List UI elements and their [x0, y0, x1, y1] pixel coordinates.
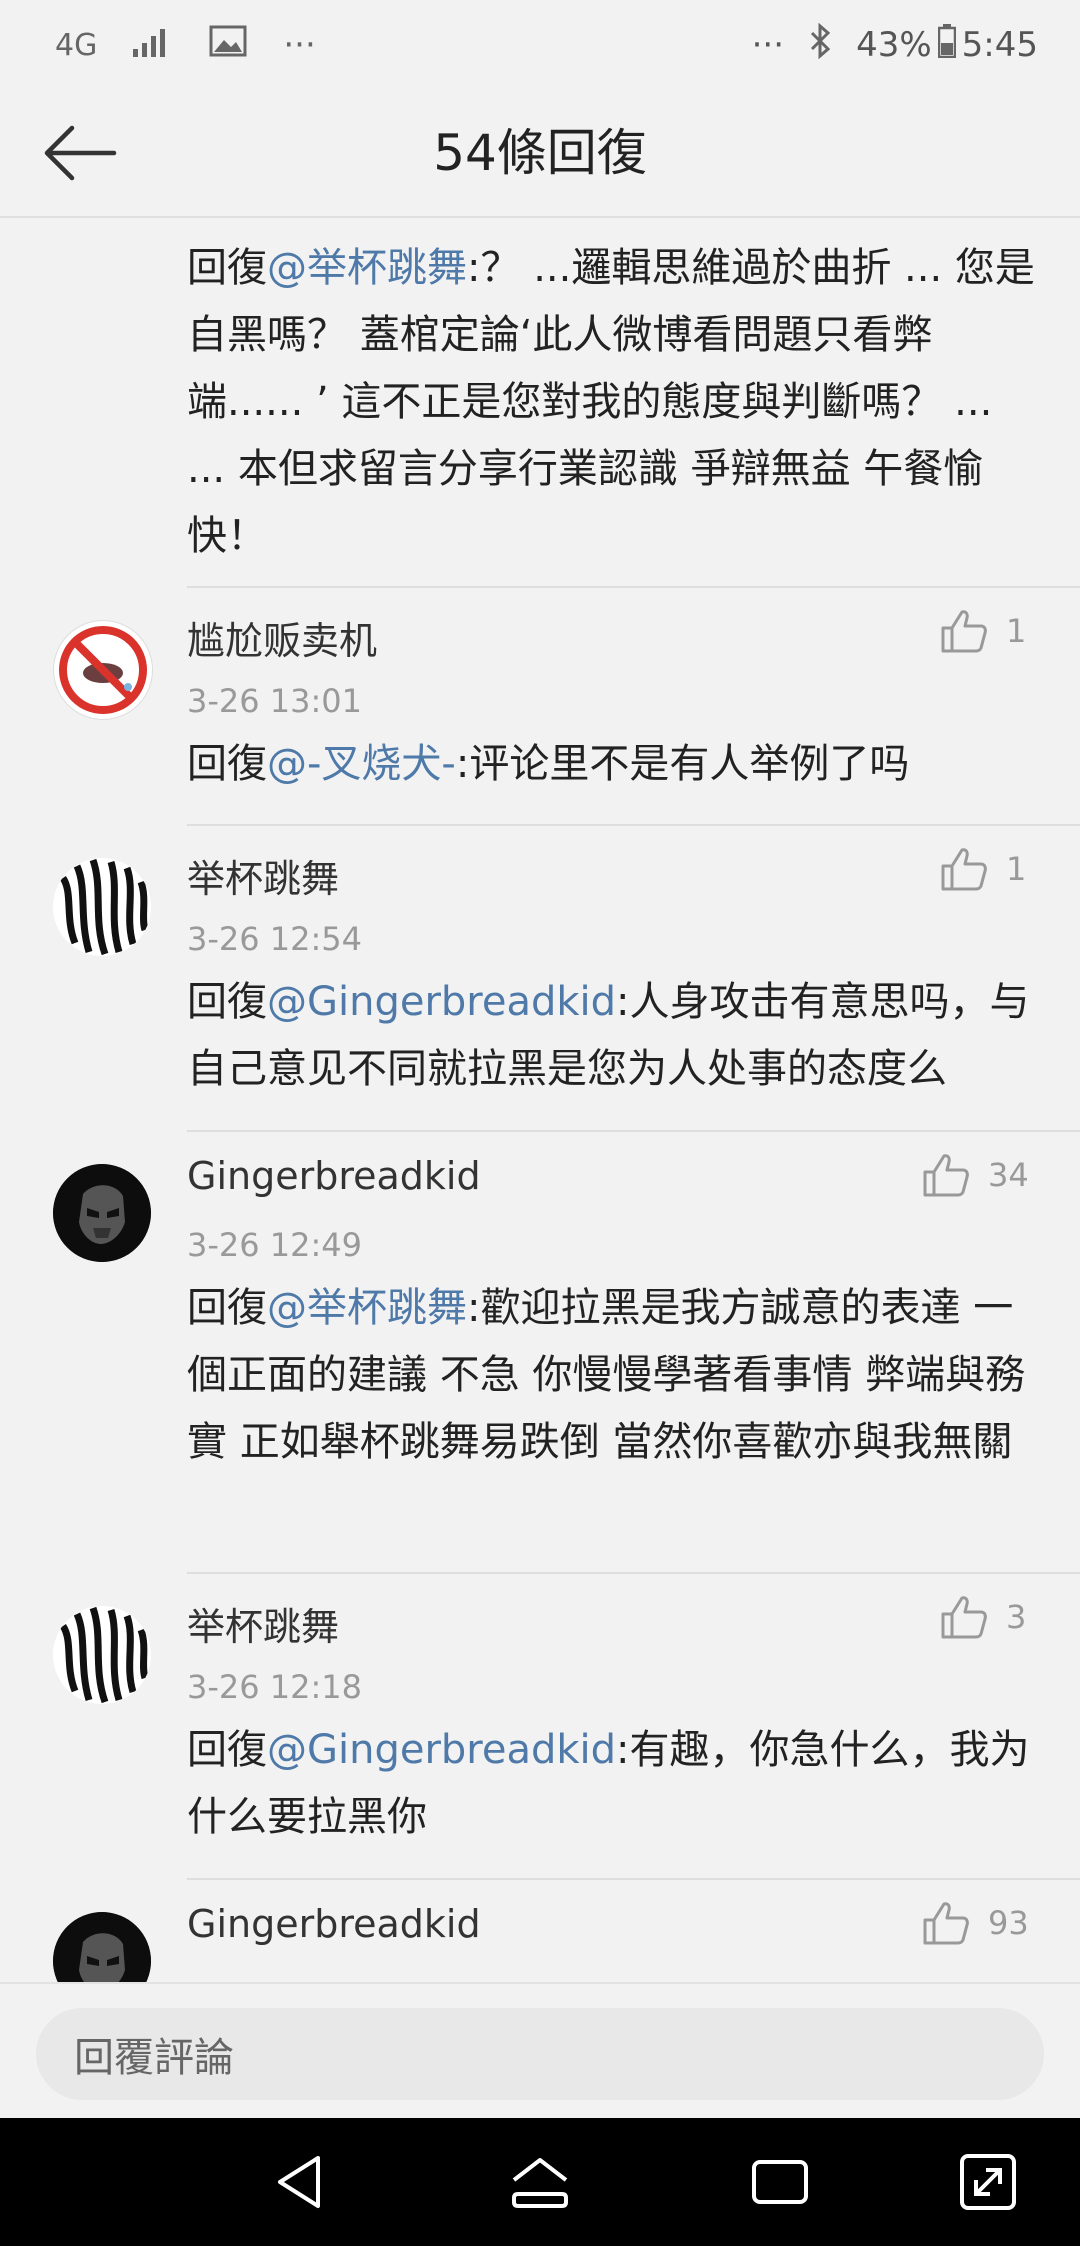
comment-text: 回復@举杯跳舞:？ ...邏輯思維過於曲折 ... 您是自黑嗎？ 蓋棺定論‘此人…	[187, 235, 1037, 570]
reply-prefix: 回復	[187, 1285, 267, 1331]
reply-prefix: 回復	[187, 245, 267, 291]
commenter-name[interactable]: Gingerbreadkid	[187, 1154, 481, 1198]
nav-recents-button[interactable]	[748, 2150, 812, 2214]
clock: 5:45	[961, 25, 1038, 65]
avatar[interactable]	[53, 1164, 151, 1262]
status-bar: 4G ··· ··· 43% 5:45	[0, 0, 1080, 90]
header: 54條回復	[0, 90, 1080, 218]
comment-list[interactable]: 回復@举杯跳舞:？ ...邏輯思維過於曲折 ... 您是自黑嗎？ 蓋棺定論‘此人…	[0, 218, 1080, 1982]
mention-link[interactable]: @-叉烧犬-	[267, 741, 456, 787]
commenter-name[interactable]: Gingerbreadkid	[187, 1902, 481, 1946]
nav-expand-button[interactable]	[956, 2150, 1020, 2214]
network-type: 4G	[55, 27, 98, 63]
home-icon	[512, 2158, 568, 2208]
comment-item: 尴尬贩卖机 3-26 13:01 1 回復@-叉烧犬-:评论里不是有人举例了吗	[0, 588, 1080, 826]
like-button[interactable]: 1	[940, 846, 1026, 892]
reply-placeholder: 回覆評論	[74, 2035, 234, 2081]
avatar[interactable]	[53, 620, 153, 720]
battery-icon	[937, 23, 956, 67]
commenter-name[interactable]: 举杯跳舞	[187, 848, 339, 903]
comment-text: 回復@举杯跳舞:歡迎拉黑是我方誠意的表達 一個正面的建議 不急 你慢慢學著看事情…	[187, 1275, 1037, 1476]
comment-text: 回復@Gingerbreadkid:人身攻击有意思吗，与自己意见不同就拉黑是您为…	[187, 969, 1037, 1103]
comment-item: 举杯跳舞 3-26 12:18 3 回復@Gingerbreadkid:有趣，你…	[0, 1574, 1080, 1880]
comment-time: 3-26 12:49	[187, 1226, 363, 1264]
like-count: 93	[988, 1904, 1029, 1942]
avatar[interactable]	[53, 858, 151, 956]
comment-time: 3-26 12:54	[187, 920, 363, 958]
nav-back-button[interactable]	[268, 2150, 332, 2214]
mention-link[interactable]: @Gingerbreadkid	[267, 979, 616, 1025]
comment-text: 回復@Gingerbreadkid:有趣，你急什么，我为什么要拉黑你	[187, 1717, 1037, 1851]
system-nav-bar	[0, 2118, 1080, 2246]
like-count: 1	[1006, 850, 1027, 888]
comment-body: :评论里不是有人举例了吗	[455, 741, 910, 787]
like-count: 1	[1006, 612, 1027, 650]
back-triangle-icon	[278, 2156, 320, 2208]
comment-time: 3-26 13:01	[187, 682, 363, 720]
like-count: 34	[988, 1156, 1029, 1194]
avatar[interactable]	[53, 1912, 151, 1982]
thumbs-up-icon	[923, 1902, 969, 1945]
battery-level: 43%	[856, 25, 932, 65]
avatar[interactable]	[53, 1606, 151, 1704]
reply-input[interactable]: 回覆評論	[36, 2008, 1044, 2100]
thumbs-up-icon	[941, 848, 987, 891]
like-button[interactable]: 93	[922, 1900, 1029, 1946]
like-button[interactable]: 34	[922, 1152, 1029, 1198]
page-title: 54條回復	[433, 124, 647, 182]
reply-prefix: 回復	[187, 979, 267, 1025]
commenter-name[interactable]: 尴尬贩卖机	[187, 610, 377, 665]
nav-home-button[interactable]	[508, 2150, 572, 2214]
reply-prefix: 回復	[187, 741, 267, 787]
more-indicators: ···	[751, 25, 785, 65]
like-button[interactable]: 3	[940, 1594, 1026, 1640]
mention-link[interactable]: @Gingerbreadkid	[267, 1727, 616, 1773]
image-icon	[209, 25, 247, 66]
comment-item: 回復@举杯跳舞:？ ...邏輯思維過於曲折 ... 您是自黑嗎？ 蓋棺定論‘此人…	[0, 218, 1080, 588]
like-button[interactable]: 1	[940, 608, 1026, 654]
bluetooth-icon	[808, 22, 832, 68]
reply-prefix: 回復	[187, 1727, 267, 1773]
comment-text: 回復@-叉烧犬-:评论里不是有人举例了吗	[187, 731, 1037, 798]
thumbs-up-icon	[941, 1596, 987, 1639]
thumbs-up-icon	[941, 610, 987, 653]
comment-body: :？ ...邏輯思維過於曲折 ... 您是自黑嗎？ 蓋棺定論‘此人微博看問題只看…	[187, 245, 1035, 559]
expand-icon	[960, 2154, 1016, 2210]
comment-item: Gingerbreadkid 93	[0, 1880, 1080, 1982]
more-notifications: ···	[283, 25, 316, 65]
thumbs-up-icon	[923, 1154, 969, 1197]
signal-icon	[133, 25, 173, 66]
like-count: 3	[1006, 1598, 1027, 1636]
comment-item: Gingerbreadkid 3-26 12:49 34 回復@举杯跳舞:歡迎拉…	[0, 1132, 1080, 1574]
mention-link[interactable]: @举杯跳舞	[267, 1285, 467, 1331]
comment-time: 3-26 12:18	[187, 1668, 363, 1706]
recents-icon	[752, 2160, 808, 2204]
commenter-name[interactable]: 举杯跳舞	[187, 1596, 339, 1651]
reply-bar: 回覆評論	[0, 1982, 1080, 2119]
comment-item: 举杯跳舞 3-26 12:54 1 回復@Gingerbreadkid:人身攻击…	[0, 826, 1080, 1132]
mention-link[interactable]: @举杯跳舞	[267, 245, 467, 291]
